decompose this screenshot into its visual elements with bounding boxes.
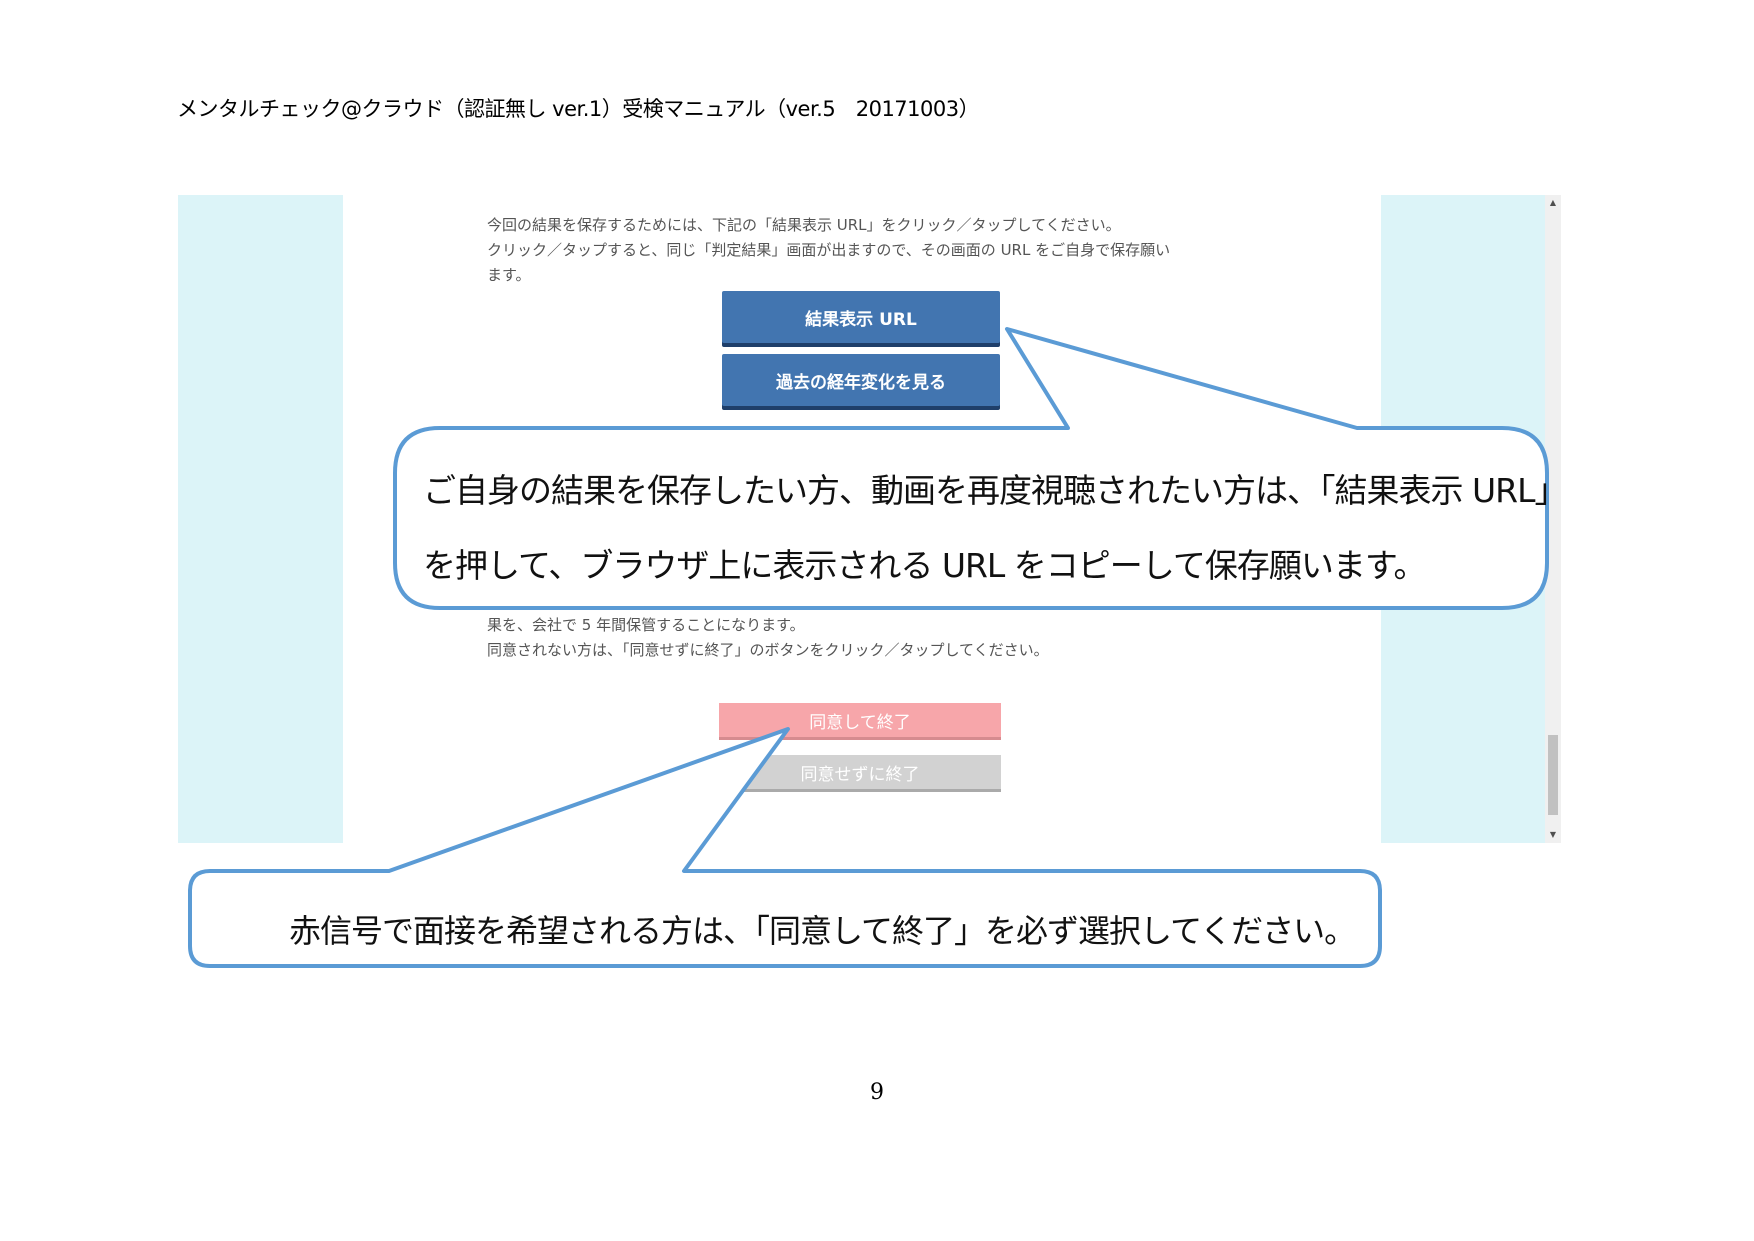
page-number: 9 — [870, 1080, 884, 1105]
interview-callout-text: 赤信号で面接を希望される方は、「同意して終了」を必ず選択してください。 — [289, 912, 1356, 950]
callout-shapes — [188, 327, 1549, 968]
save-url-callout-line: を押して、ブラウザ上に表示される URL をコピーして保存願います。 — [423, 546, 1427, 585]
save-url-callout-line: ご自身の結果を保存したい方、動画を再度視聴されたい方は、「結果表示 URL」 — [423, 471, 1567, 510]
